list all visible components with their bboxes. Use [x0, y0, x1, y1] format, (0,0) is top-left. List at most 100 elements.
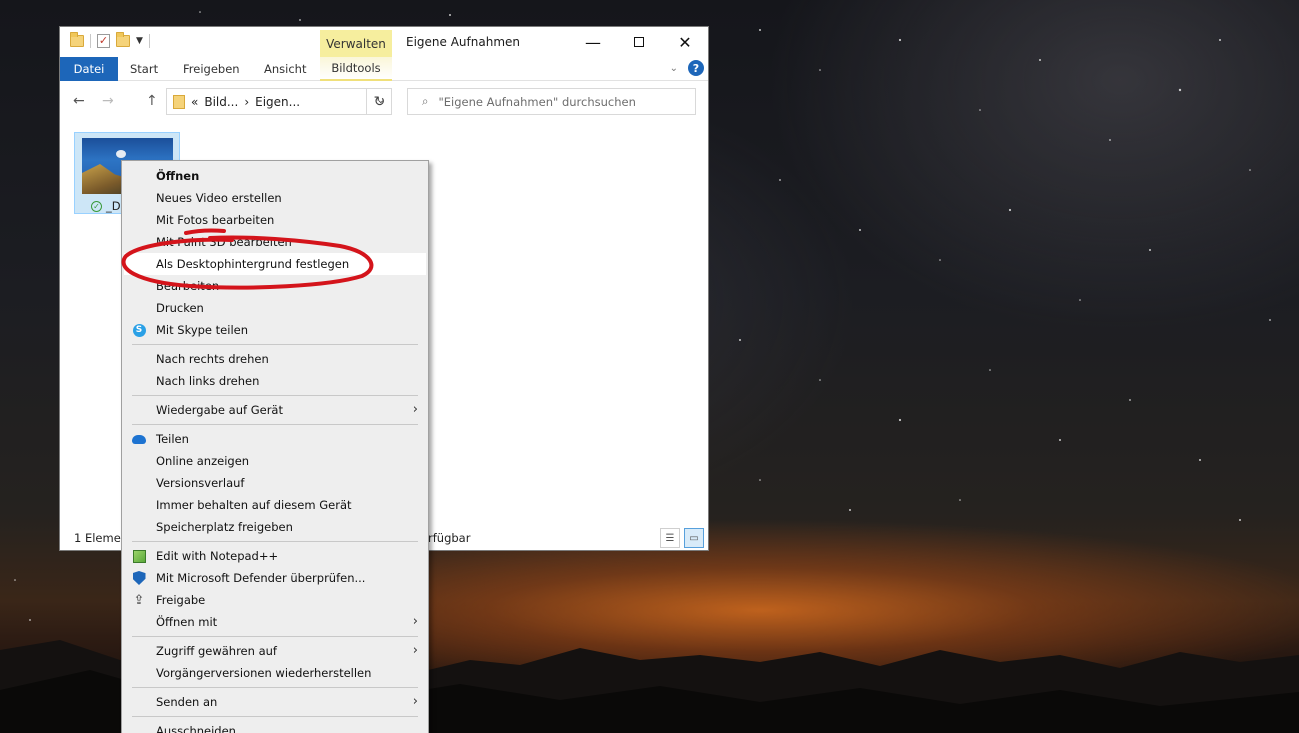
minimize-button[interactable]: — — [570, 27, 616, 57]
menu-item-immer-behalten-auf-diesem-gerät[interactable]: Immer behalten auf diesem Gerät — [122, 494, 428, 516]
menu-item-label: Öffnen mit — [156, 615, 218, 629]
menu-item-label: Mit Fotos bearbeiten — [156, 213, 275, 227]
forward-button[interactable]: → — [102, 93, 114, 109]
menu-item-drucken[interactable]: Drucken — [122, 297, 428, 319]
notepad-plus-plus-icon — [132, 549, 146, 563]
menu-item-label: Edit with Notepad++ — [156, 549, 279, 563]
context-menu: Öffnen Neues Video erstellen Mit Fotos bea… — [121, 160, 429, 733]
search-icon: ⌕ — [422, 94, 429, 108]
menu-separator — [132, 716, 418, 717]
large-icons-view-icon[interactable]: ▭ — [684, 528, 704, 548]
submenu-arrow-icon: › — [412, 614, 418, 629]
menu-separator — [132, 636, 418, 637]
submenu-arrow-icon: › — [412, 694, 418, 709]
menu-item-ausschneiden[interactable]: Ausschneiden — [122, 720, 428, 733]
tab-view[interactable]: Ansicht — [264, 57, 306, 81]
tab-share[interactable]: Freigeben — [183, 57, 240, 81]
file-label-row: ✓ _D — [91, 199, 121, 213]
menu-item-label: Versionsverlauf — [156, 476, 245, 490]
details-view-icon[interactable]: ☰ — [660, 528, 680, 548]
menu-item-label: Zugriff gewähren auf — [156, 644, 277, 658]
menu-item-label: Online anzeigen — [156, 454, 250, 468]
menu-item-label: Mit Microsoft Defender überprüfen... — [156, 571, 366, 585]
submenu-arrow-icon: › — [412, 402, 418, 417]
search-placeholder: "Eigene Aufnahmen" durchsuchen — [438, 94, 636, 109]
menu-item-label: Nach links drehen — [156, 374, 260, 388]
menu-item-online-anzeigen[interactable]: Online anzeigen — [122, 450, 428, 472]
defender-shield-icon — [132, 571, 146, 585]
quick-access-toolbar: ✓ ▼ — [70, 32, 150, 48]
view-switcher: ☰ ▭ — [660, 528, 704, 548]
menu-separator — [132, 687, 418, 688]
menu-item-nach-links-drehen[interactable]: Nach links drehen — [122, 370, 428, 392]
menu-item-label: Wiedergabe auf Gerät — [156, 403, 283, 417]
menu-item-nach-rechts-drehen[interactable]: Nach rechts drehen — [122, 348, 428, 370]
properties-icon[interactable]: ✓ — [97, 34, 110, 48]
toolbar-separator — [90, 34, 91, 48]
navigation-bar: ← → ↑ « Bild... › Eigen... ⌄ ↻ ⌕ "Eigene… — [60, 81, 708, 125]
skype-icon: S — [132, 323, 146, 337]
tab-home[interactable]: Start — [130, 57, 158, 81]
sync-status-icon: ✓ — [91, 200, 102, 212]
thumbnail-diver — [116, 150, 126, 158]
folder-icon[interactable] — [70, 32, 84, 47]
toolbar-separator — [148, 34, 150, 48]
back-button[interactable]: ← — [73, 93, 85, 109]
tab-picture-tools[interactable]: Bildtools — [320, 57, 392, 81]
menu-item-label: Speicherplatz freigeben — [156, 520, 293, 534]
menu-item-edit-with-notepad[interactable]: Edit with Notepad++ — [122, 545, 428, 567]
expand-ribbon-icon[interactable]: ⌄ — [670, 63, 678, 74]
submenu-arrow-icon: › — [412, 643, 418, 658]
ribbon-tabs: Datei Start Freigeben Ansicht Bildtools … — [60, 57, 708, 81]
menu-item-label: Vorgängerversionen wiederherstellen — [156, 666, 372, 680]
menu-item-mit-paint-3d-bearbeiten[interactable]: Mit Paint 3D bearbeiten — [122, 231, 428, 253]
refresh-button[interactable]: ↻ — [366, 88, 392, 115]
menu-item-label: Neues Video erstellen — [156, 191, 282, 205]
menu-item-teilen[interactable]: Teilen — [122, 428, 428, 450]
menu-item-öffnen[interactable]: Öffnen — [122, 165, 428, 187]
menu-item-label: Mit Paint 3D bearbeiten — [156, 235, 292, 249]
ribbon-right-controls: ⌄ ? — [670, 60, 704, 76]
window-title: Eigene Aufnahmen — [406, 35, 520, 49]
menu-item-als-desktophintergrund-festlegen[interactable]: Als Desktophintergrund festlegen — [124, 253, 426, 275]
availability-status: rfügbar — [428, 531, 471, 545]
breadcrumb-item-own-captures[interactable]: Eigen... — [255, 95, 300, 109]
menu-item-label: Immer behalten auf diesem Gerät — [156, 498, 352, 512]
file-name: _D — [106, 199, 121, 213]
menu-separator — [132, 344, 418, 345]
menu-item-öffnen-mit[interactable]: Öffnen mit › — [122, 611, 428, 633]
customize-toolbar-icon[interactable]: ▼ — [136, 36, 143, 46]
new-folder-icon[interactable] — [116, 32, 130, 47]
up-button[interactable]: ↑ — [146, 93, 158, 109]
menu-item-label: Mit Skype teilen — [156, 323, 249, 337]
address-bar[interactable]: « Bild... › Eigen... ⌄ — [166, 88, 392, 115]
menu-separator — [132, 541, 418, 542]
menu-item-wiedergabe-auf-gerät[interactable]: Wiedergabe auf Gerät › — [122, 399, 428, 421]
menu-item-zugriff-gewähren-auf[interactable]: Zugriff gewähren auf › — [122, 640, 428, 662]
menu-item-versionsverlauf[interactable]: Versionsverlauf — [122, 472, 428, 494]
manage-context-tab[interactable]: Verwalten — [320, 30, 392, 57]
breadcrumb-overflow[interactable]: « — [191, 95, 198, 109]
menu-item-label: Freigabe — [156, 593, 206, 607]
folder-icon — [173, 94, 185, 109]
tab-file[interactable]: Datei — [60, 57, 118, 81]
menu-item-mit-fotos-bearbeiten[interactable]: Mit Fotos bearbeiten — [122, 209, 428, 231]
search-box[interactable]: ⌕ "Eigene Aufnahmen" durchsuchen — [407, 88, 696, 115]
menu-item-label: Bearbeiten — [156, 279, 220, 293]
maximize-button[interactable] — [616, 27, 662, 57]
help-icon[interactable]: ? — [688, 60, 704, 76]
menu-item-label: Nach rechts drehen — [156, 352, 269, 366]
window-controls: — ✕ — [570, 27, 708, 57]
menu-item-senden-an[interactable]: Senden an › — [122, 691, 428, 713]
menu-item-vorgängerversionen-wiederherstellen[interactable]: Vorgängerversionen wiederherstellen — [122, 662, 428, 684]
breadcrumb-item-pictures[interactable]: Bild... — [204, 95, 238, 109]
menu-item-speicherplatz-freigeben[interactable]: Speicherplatz freigeben — [122, 516, 428, 538]
breadcrumb-separator: › — [244, 94, 250, 109]
menu-item-bearbeiten[interactable]: Bearbeiten — [122, 275, 428, 297]
menu-item-neues-video-erstellen[interactable]: Neues Video erstellen — [122, 187, 428, 209]
menu-item-mit-microsoft-defender-überprüfen[interactable]: Mit Microsoft Defender überprüfen... — [122, 567, 428, 589]
title-bar: ✓ ▼ Verwalten Eigene Aufnahmen — ✕ — [60, 27, 708, 57]
close-button[interactable]: ✕ — [662, 27, 708, 57]
menu-item-mit-skype-teilen[interactable]: S Mit Skype teilen — [122, 319, 428, 341]
menu-item-freigabe[interactable]: ⇪ Freigabe — [122, 589, 428, 611]
